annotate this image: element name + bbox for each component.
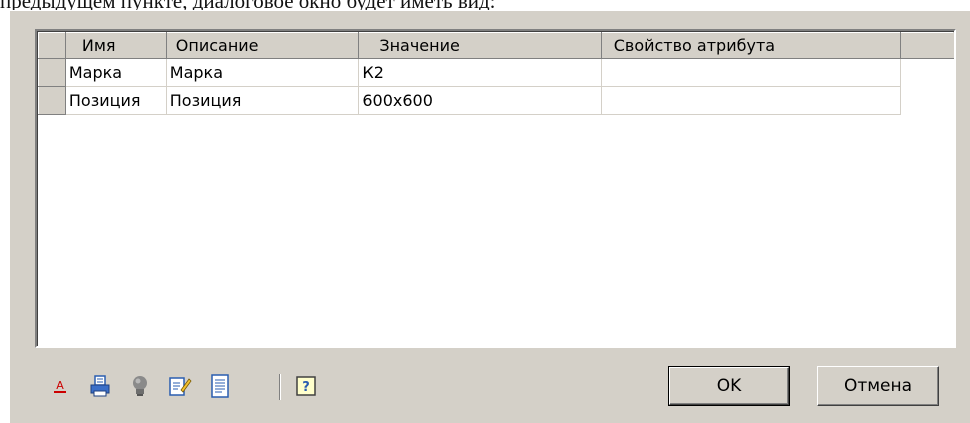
column-header-attribute-property[interactable]: Свойство атрибута [600,32,902,59]
column-header-description[interactable]: Описание [165,32,360,59]
cell-name[interactable]: Марка [65,58,167,87]
cell-attribute-property[interactable] [601,58,902,87]
cell-attribute-property[interactable] [601,86,902,115]
cancel-button[interactable]: Отмена [817,366,939,406]
row-selector[interactable] [38,86,66,115]
help-icon[interactable]: ? [291,371,321,401]
toolbar-separator [279,374,281,400]
attribute-grid[interactable]: Имя Описание Значение Свойство атрибута … [35,29,956,348]
header-filler [900,32,954,59]
corner-cell [38,32,66,59]
lightbulb-icon[interactable] [125,371,155,401]
dialog-window: Имя Описание Значение Свойство атрибута … [10,11,970,423]
edit-icon[interactable] [165,371,195,401]
row-filler [901,59,954,87]
header-row: Имя Описание Значение Свойство атрибута [38,32,954,59]
cell-name[interactable]: Позиция [65,86,167,115]
svg-text:A: A [56,379,64,392]
attribute-table: Имя Описание Значение Свойство атрибута … [38,32,954,115]
caption-text: предыдущем пункте, диалоговое окно будет… [0,0,970,10]
row-filler [901,87,954,115]
svg-text:?: ? [302,380,310,395]
table-row[interactable]: Марка Марка К2 [38,58,954,87]
ok-button[interactable]: OK [668,366,790,406]
table-row[interactable]: Позиция Позиция 600x600 [38,86,954,115]
column-header-name[interactable]: Имя [64,32,167,59]
cell-description[interactable]: Позиция [166,86,360,115]
document-icon[interactable] [205,371,235,401]
row-selector[interactable] [38,58,66,87]
text-style-icon[interactable]: A [45,371,75,401]
cell-value[interactable]: 600x600 [358,86,602,115]
cell-description[interactable]: Марка [166,58,360,87]
column-header-value[interactable]: Значение [358,32,602,59]
print-icon[interactable] [85,371,115,401]
cell-value[interactable]: К2 [358,58,602,87]
